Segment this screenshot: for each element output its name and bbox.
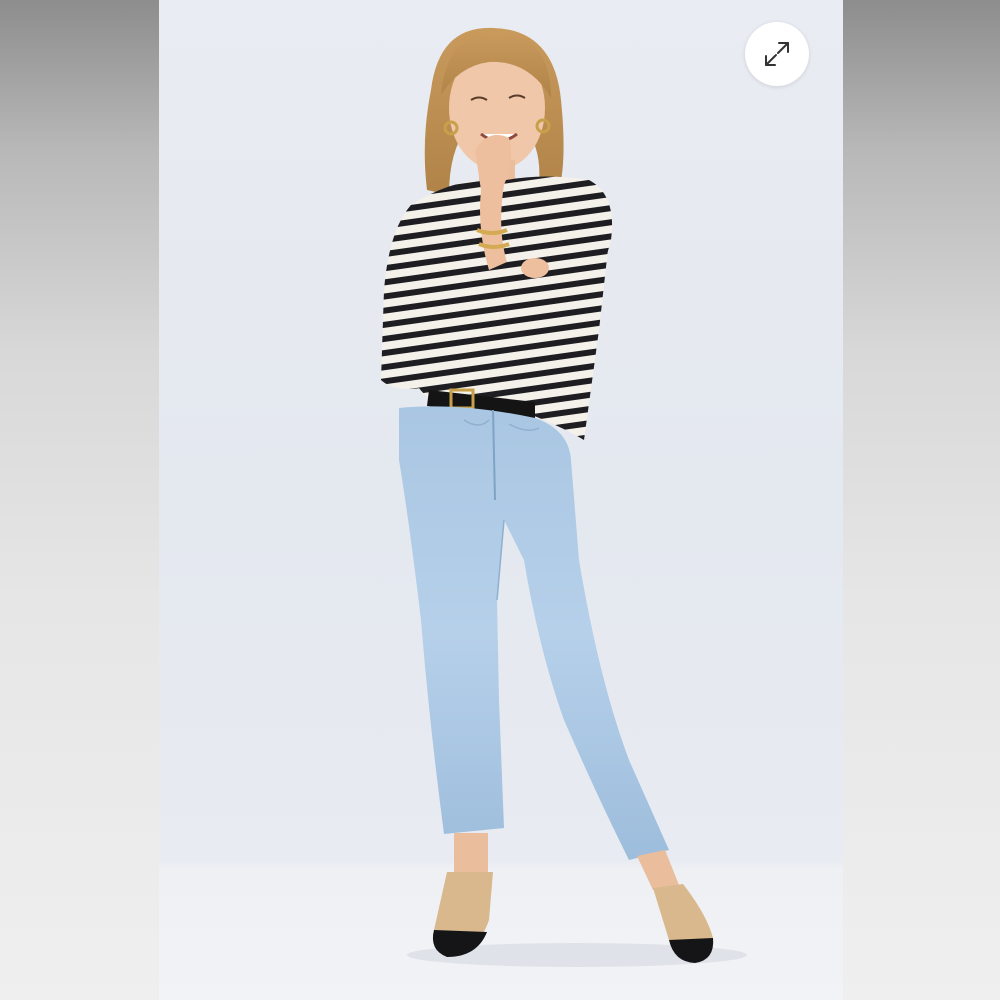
model-illustration [381,27,747,967]
right-blur-panel [843,0,1000,1000]
expand-image-button[interactable] [745,22,809,86]
product-image-viewer [0,0,1000,1000]
expand-arrows-icon [765,42,789,66]
product-photo[interactable] [159,0,843,1000]
left-blur-panel [0,0,159,1000]
